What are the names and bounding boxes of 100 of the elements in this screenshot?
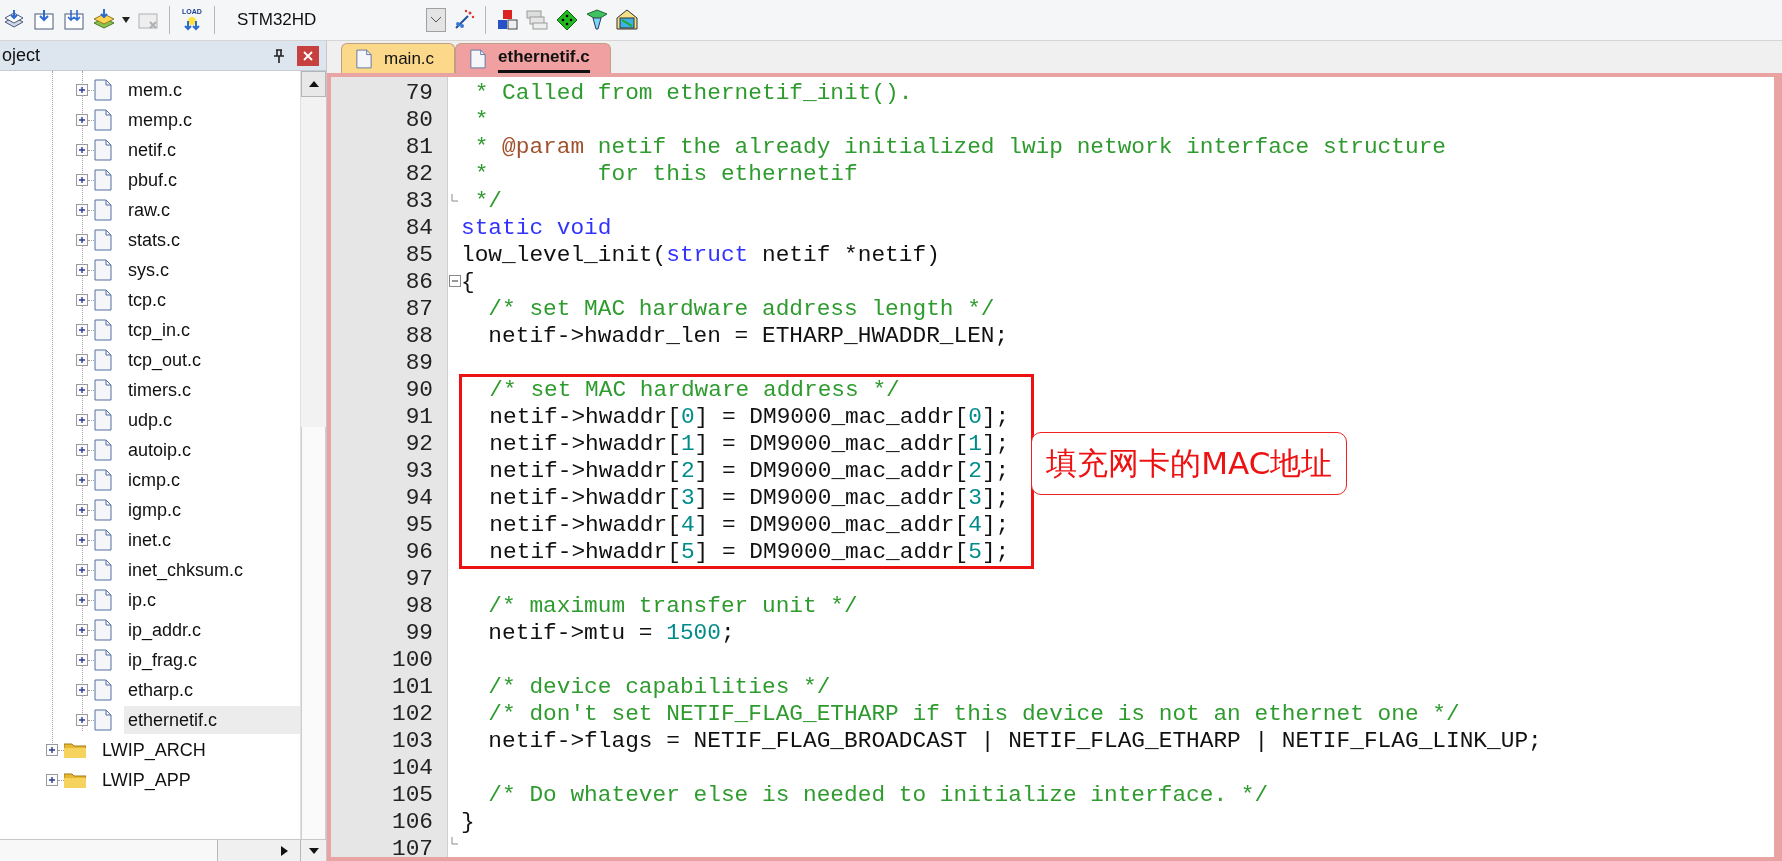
code-line: low_level_init(struct netif *netif) (461, 242, 940, 269)
code-line: netif->hwaddr_len = ETHARP_HWADDR_LEN; (487, 323, 1009, 350)
panel-title: oject (2, 44, 42, 67)
pin-icon[interactable] (273, 48, 285, 63)
target-select[interactable]: STM32HD (224, 5, 446, 35)
line-number: 106 (391, 809, 433, 836)
file-icon (94, 469, 112, 491)
tree-item[interactable]: stats.c (124, 226, 200, 254)
tree-item[interactable]: inet_chksum.c (124, 556, 264, 584)
file-icon (94, 139, 112, 161)
file-icon (94, 589, 112, 611)
tree-item[interactable]: tcp_in.c (124, 316, 211, 344)
download-all-icon[interactable] (62, 8, 86, 32)
expand-icon[interactable] (76, 714, 88, 726)
funnel-icon[interactable] (585, 8, 609, 32)
expand-icon[interactable] (76, 684, 88, 696)
tree-item[interactable]: ethernetif.c (124, 706, 300, 734)
tree-item[interactable]: tcp_out.c (124, 346, 222, 374)
tree-item[interactable]: netif.c (124, 136, 197, 164)
fold-icon[interactable] (448, 274, 461, 287)
download-icon[interactable] (32, 8, 56, 32)
expand-icon[interactable] (46, 744, 58, 756)
scroll-right-icon[interactable] (281, 845, 288, 856)
file-icon (94, 109, 112, 131)
expand-icon[interactable] (76, 144, 88, 156)
code-line: * @param netif the already initialized lwip network interface structure (473, 134, 1446, 161)
expand-icon[interactable] (76, 594, 88, 606)
file-icon (94, 649, 112, 671)
expand-icon[interactable] (76, 204, 88, 216)
expand-icon[interactable] (76, 234, 88, 246)
code-line: } (461, 809, 475, 836)
expand-icon[interactable] (76, 324, 88, 336)
file-icon (94, 259, 112, 281)
line-number: 92 (405, 431, 433, 458)
tree-item[interactable]: igmp.c (124, 496, 201, 524)
expand-icon[interactable] (46, 774, 58, 786)
expand-icon[interactable] (76, 504, 88, 516)
tree-item[interactable]: ip_addr.c (124, 616, 222, 644)
code-line: /* set MAC hardware address length */ (487, 296, 995, 323)
diamond-icon[interactable] (555, 8, 579, 32)
file-icon (356, 48, 372, 69)
file-icon (470, 48, 487, 69)
line-number: 84 (405, 215, 433, 242)
expand-icon[interactable] (76, 354, 88, 366)
tree-item[interactable]: inet.c (124, 526, 192, 554)
tree-item[interactable]: udp.c (124, 406, 193, 434)
line-number: 86 (405, 269, 433, 296)
tree-item[interactable]: raw.c (124, 196, 190, 224)
tree-item[interactable]: autoip.c (124, 436, 212, 464)
expand-icon[interactable] (76, 414, 88, 426)
editor-tab[interactable]: main.c (341, 43, 456, 73)
tree-item[interactable]: timers.c (124, 376, 211, 404)
components-icon[interactable] (495, 8, 519, 32)
tree-item[interactable]: tcp.c (124, 286, 186, 314)
dropdown-caret-icon[interactable] (122, 17, 130, 23)
tree-item[interactable]: icmp.c (124, 466, 200, 494)
tree-item[interactable]: sys.c (124, 256, 189, 284)
line-number: 93 (405, 458, 433, 485)
expand-icon[interactable] (76, 444, 88, 456)
line-number: 104 (391, 755, 433, 782)
expand-icon[interactable] (76, 474, 88, 486)
tree-item[interactable]: etharp.c (124, 676, 214, 704)
tree-item[interactable]: LWIP_APP (98, 766, 211, 794)
code-line: netif->flags = NETIF_FLAG_BROADCAST | NETIF_FLAG_ETHARP | NETIF_FLAG_LINK_UP; (487, 728, 1542, 755)
expand-icon[interactable] (76, 534, 88, 546)
tree-item[interactable]: LWIP_ARCH (98, 736, 226, 764)
scrollbar[interactable] (300, 71, 326, 839)
tree-item[interactable]: ip.c (124, 586, 176, 614)
tree-item[interactable]: pbuf.c (124, 166, 198, 194)
scrollbar-thumb[interactable] (0, 840, 218, 861)
close-button[interactable] (297, 45, 319, 66)
expand-icon[interactable] (76, 264, 88, 276)
expand-icon[interactable] (76, 84, 88, 96)
tree-item[interactable]: memp.c (124, 106, 212, 134)
expand-icon[interactable] (76, 564, 88, 576)
file-icon (94, 379, 112, 401)
expand-icon[interactable] (76, 654, 88, 666)
line-number: 99 (405, 620, 433, 647)
line-number: 87 (405, 296, 433, 323)
expand-icon[interactable] (76, 174, 88, 186)
code-line: /* set MAC hardware address */ (488, 377, 900, 404)
tree-item[interactable]: mem.c (124, 76, 202, 104)
callout-note: 填充网卡的MAC地址 (1031, 432, 1348, 495)
expand-icon[interactable] (76, 294, 88, 306)
line-number: 88 (405, 323, 433, 350)
tree-item[interactable]: ip_frag.c (124, 646, 218, 674)
scroll-up-icon[interactable] (308, 81, 319, 87)
expand-icon[interactable] (76, 624, 88, 636)
line-number: 97 (405, 566, 433, 593)
code-line: { (461, 269, 475, 296)
expand-icon[interactable] (76, 384, 88, 396)
file-icon (94, 349, 112, 371)
file-icon (94, 79, 112, 101)
file-icon (94, 439, 112, 461)
editor-tab[interactable]: ethernetif.c (455, 43, 611, 73)
line-number: 90 (405, 377, 433, 404)
file-icon (94, 529, 112, 551)
folder-icon (64, 742, 86, 758)
expand-icon[interactable] (76, 114, 88, 126)
scroll-down-icon[interactable] (308, 847, 319, 854)
